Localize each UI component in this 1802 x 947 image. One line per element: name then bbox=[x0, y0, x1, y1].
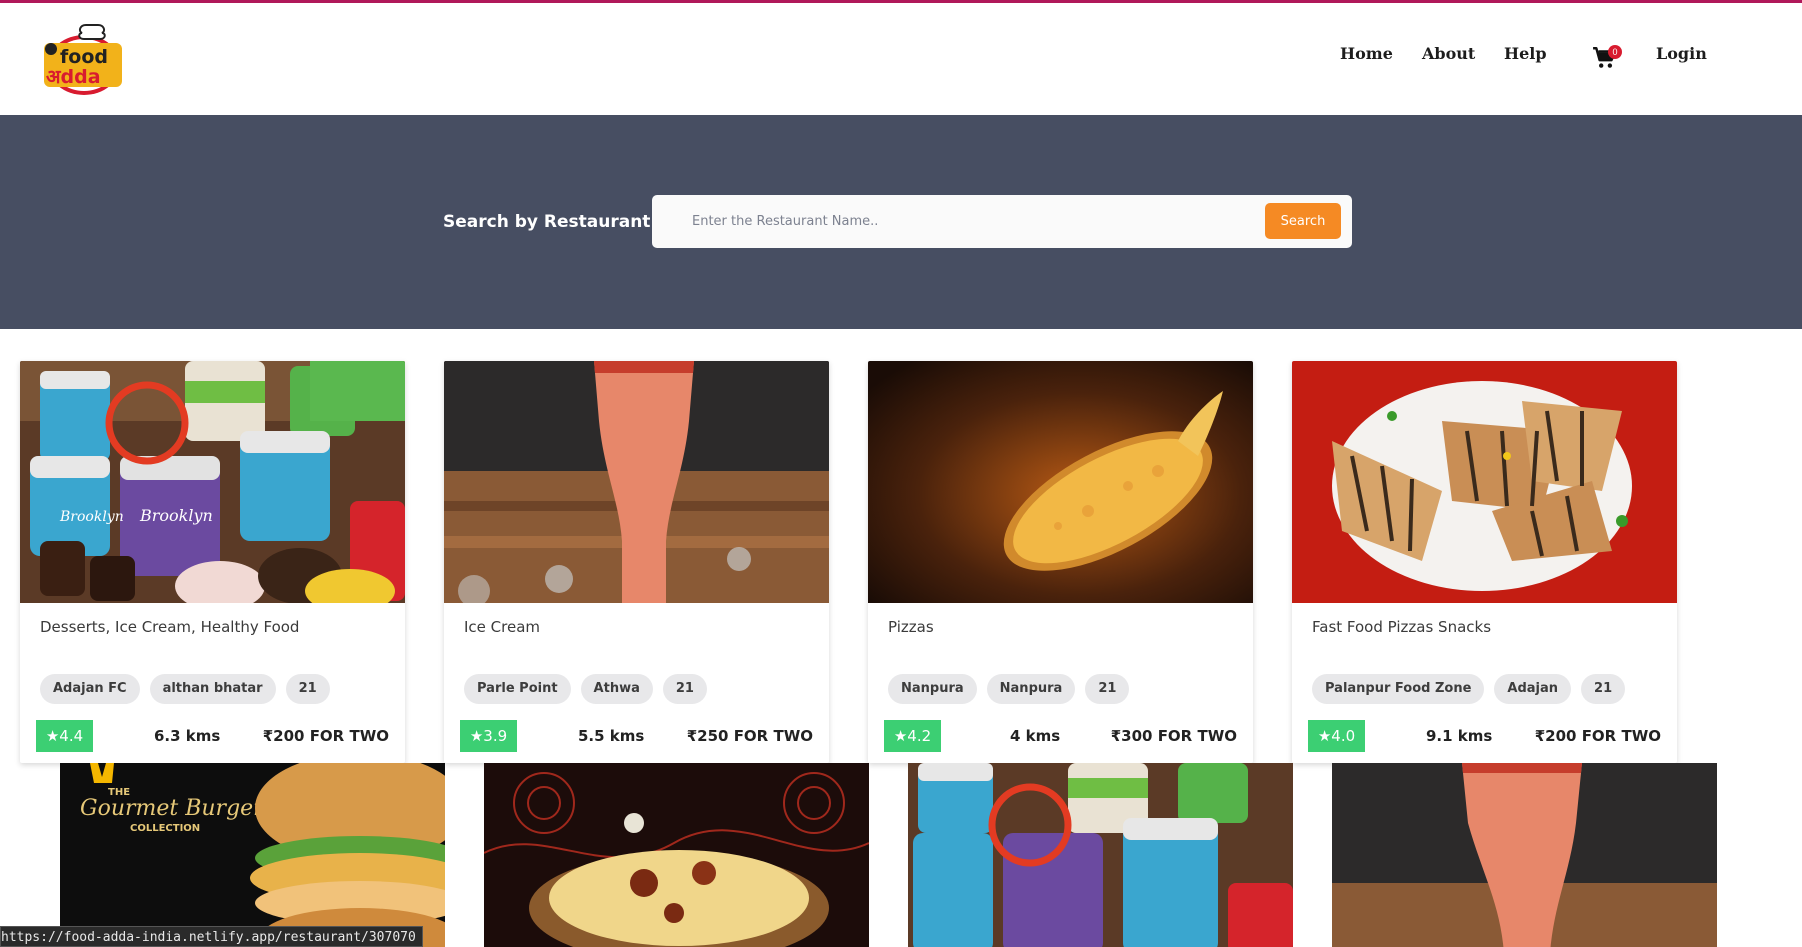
site-header: food अdda Home About Help 0 Login bbox=[0, 3, 1802, 115]
distance-text: 9.1 kms bbox=[1426, 727, 1493, 745]
svg-text:COLLECTION: COLLECTION bbox=[130, 823, 200, 834]
restaurant-card[interactable] bbox=[908, 763, 1293, 947]
svg-text:food: food bbox=[60, 46, 108, 68]
food-adda-logo[interactable]: food अdda bbox=[42, 23, 124, 97]
restaurant-card[interactable]: THE Gourmet Burger COLLECTION bbox=[60, 763, 445, 947]
cart-button[interactable]: 0 bbox=[1592, 45, 1624, 73]
restaurant-cuisine: Ice Cream bbox=[464, 618, 541, 636]
restaurant-card[interactable]: Ice Cream Parle Point Athwa 21 ★3.9 5.5 … bbox=[444, 361, 829, 763]
link-status-url: https://food-adda-india.netlify.app/rest… bbox=[0, 926, 423, 947]
price-for-two: ₹250 FOR TWO bbox=[686, 727, 813, 745]
svg-text:Brooklyn: Brooklyn bbox=[59, 509, 124, 525]
location-tag: Parle Point bbox=[464, 674, 571, 704]
restaurant-image bbox=[1332, 763, 1717, 947]
restaurant-card[interactable]: Fast Food Pizzas Snacks Palanpur Food Zo… bbox=[1292, 361, 1677, 763]
restaurant-tags: Palanpur Food Zone Adajan 21 bbox=[1312, 674, 1626, 704]
area-tag: Adajan bbox=[1494, 674, 1572, 704]
location-tag: Palanpur Food Zone bbox=[1312, 674, 1485, 704]
nav-home-link[interactable]: Home bbox=[1340, 44, 1393, 63]
restaurant-card[interactable]: Brooklyn Brooklyn Desserts, Ice Cream, H… bbox=[20, 361, 405, 763]
count-tag: 21 bbox=[285, 674, 330, 704]
restaurant-image bbox=[484, 763, 869, 947]
svg-text:Gourmet Burger: Gourmet Burger bbox=[80, 796, 265, 821]
rating-badge: ★4.0 bbox=[1308, 720, 1365, 752]
nav-help-link[interactable]: Help bbox=[1504, 44, 1547, 63]
count-tag: 21 bbox=[1581, 674, 1626, 704]
rating-badge: ★4.4 bbox=[36, 720, 93, 752]
distance-text: 5.5 kms bbox=[578, 727, 645, 745]
location-tag: Adajan FC bbox=[40, 674, 140, 704]
restaurant-image bbox=[868, 361, 1253, 603]
distance-text: 6.3 kms bbox=[154, 727, 221, 745]
distance-text: 4 kms bbox=[1010, 727, 1061, 745]
price-for-two: ₹300 FOR TWO bbox=[1110, 727, 1237, 745]
cart-count-badge: 0 bbox=[1608, 45, 1622, 59]
restaurant-cuisine: Pizzas bbox=[888, 618, 934, 636]
restaurant-image: Brooklyn Brooklyn bbox=[20, 361, 405, 603]
svg-text:अdda: अdda bbox=[46, 66, 101, 88]
count-tag: 21 bbox=[662, 674, 707, 704]
rating-badge: ★3.9 bbox=[460, 720, 517, 752]
restaurant-image: THE Gourmet Burger COLLECTION bbox=[60, 763, 445, 947]
price-for-two: ₹200 FOR TWO bbox=[262, 727, 389, 745]
restaurant-image bbox=[1292, 361, 1677, 603]
restaurant-image bbox=[908, 763, 1293, 947]
restaurant-tags: Adajan FC althan bhatar 21 bbox=[40, 674, 330, 704]
restaurant-image bbox=[444, 361, 829, 603]
restaurant-search-input[interactable] bbox=[680, 195, 1240, 248]
restaurant-cuisine: Fast Food Pizzas Snacks bbox=[1312, 618, 1492, 636]
restaurant-tags: Nanpura Nanpura 21 bbox=[888, 674, 1130, 704]
rating-badge: ★4.2 bbox=[884, 720, 941, 752]
search-section: Search by Restaurant Search bbox=[0, 115, 1802, 329]
nav-about-link[interactable]: About bbox=[1422, 44, 1475, 63]
restaurant-cuisine: Desserts, Ice Cream, Healthy Food bbox=[40, 618, 300, 636]
restaurant-card[interactable] bbox=[484, 763, 869, 947]
area-tag: Nanpura bbox=[986, 674, 1076, 704]
restaurant-card[interactable] bbox=[1332, 763, 1717, 947]
search-label: Search by Restaurant bbox=[443, 212, 651, 232]
restaurant-tags: Parle Point Athwa 21 bbox=[464, 674, 707, 704]
search-button[interactable]: Search bbox=[1265, 203, 1341, 239]
price-for-two: ₹200 FOR TWO bbox=[1534, 727, 1661, 745]
location-tag: Nanpura bbox=[888, 674, 977, 704]
restaurant-card[interactable]: Pizzas Nanpura Nanpura 21 ★4.2 4 kms ₹30… bbox=[868, 361, 1253, 763]
area-tag: althan bhatar bbox=[149, 674, 276, 704]
area-tag: Athwa bbox=[580, 674, 653, 704]
search-box: Search bbox=[652, 195, 1352, 248]
svg-text:Brooklyn: Brooklyn bbox=[139, 506, 213, 525]
nav-login-link[interactable]: Login bbox=[1656, 44, 1707, 63]
count-tag: 21 bbox=[1085, 674, 1130, 704]
